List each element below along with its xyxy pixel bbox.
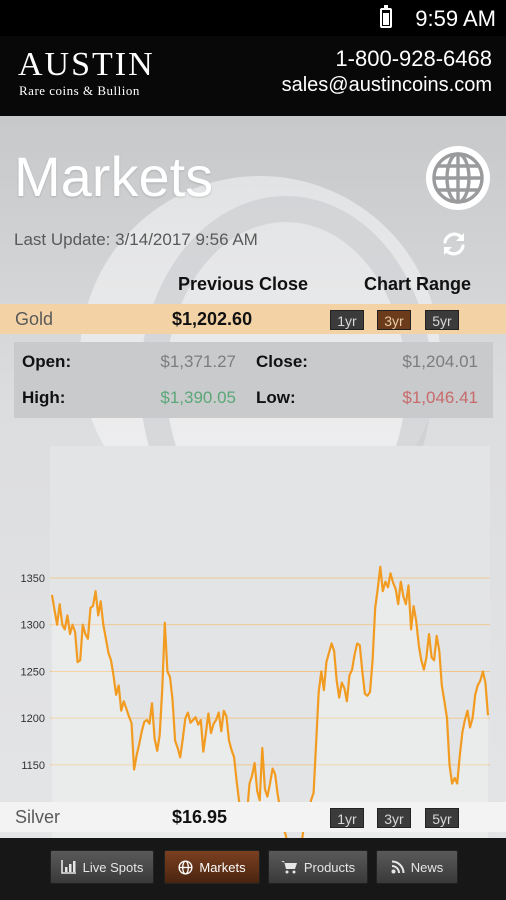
open-label: Open: bbox=[22, 352, 72, 371]
logo-subtitle: Rare coins & Bullion bbox=[19, 83, 140, 98]
tab-live-spots[interactable]: Live Spots bbox=[50, 850, 154, 884]
open-value: $1,371.27 bbox=[160, 352, 236, 371]
gold-stats: Open: $1,371.27 Close: $1,204.01 High: $… bbox=[14, 342, 493, 418]
chart-y-tick-label: 1350 bbox=[21, 573, 45, 585]
low-label: Low: bbox=[256, 388, 296, 407]
silver-name: Silver bbox=[15, 807, 61, 827]
chart-range-header: Chart Range bbox=[364, 274, 472, 294]
gold-name: Gold bbox=[15, 309, 54, 329]
chart-y-tick-label: 1300 bbox=[21, 620, 45, 632]
silver-price: $16.95 bbox=[172, 807, 228, 827]
globe-icon[interactable] bbox=[424, 144, 492, 212]
high-value: $1,390.05 bbox=[160, 388, 236, 407]
tab-news-label: News bbox=[410, 859, 444, 875]
chart-y-tick-label: 1150 bbox=[21, 760, 45, 772]
tab-live-spots-label: Live Spots bbox=[82, 859, 144, 875]
rss-icon bbox=[391, 860, 405, 874]
phone-link[interactable]: 1-800-928-6468 bbox=[335, 46, 492, 72]
silver-row[interactable]: Silver $16.95 1yr 3yr 5yr bbox=[0, 802, 506, 832]
logo-title: AUSTIN bbox=[18, 46, 155, 83]
page-title: Markets bbox=[14, 145, 214, 208]
gold-price: $1,202.60 bbox=[172, 309, 253, 329]
status-bar: 9:59 AM bbox=[0, 0, 506, 36]
silver-range-1yr-button[interactable]: 1yr bbox=[330, 808, 364, 828]
tab-products[interactable]: Products bbox=[268, 850, 368, 884]
bar-chart-icon bbox=[60, 860, 76, 874]
status-time: 9:59 AM bbox=[415, 6, 496, 31]
gold-row[interactable]: Gold $1,202.60 1yr 3yr 5yr bbox=[0, 304, 506, 334]
gold-range-3yr-button[interactable]: 3yr bbox=[377, 310, 411, 330]
high-label: High: bbox=[22, 388, 66, 407]
chart-y-tick-label: 1250 bbox=[21, 666, 45, 678]
gold-range-5yr-button[interactable]: 5yr bbox=[425, 310, 459, 330]
app-header: AUSTIN Rare coins & Bullion 1-800-928-64… bbox=[0, 36, 506, 116]
previous-close-header: Previous Close bbox=[178, 274, 309, 294]
markets-panel: Markets Last Update: 3/14/2017 9:56 AM P… bbox=[0, 116, 506, 838]
email-link[interactable]: sales@austincoins.com bbox=[282, 74, 492, 97]
chart-y-tick-label: 1200 bbox=[21, 713, 45, 725]
gold-price-chart[interactable]: 1050110011501200125013001350Dec '14Dec '… bbox=[0, 438, 506, 838]
silver-range-5yr-button[interactable]: 5yr bbox=[425, 808, 459, 828]
gold-range-1yr-button[interactable]: 1yr bbox=[330, 310, 364, 330]
cart-icon bbox=[280, 861, 297, 874]
low-value: $1,046.41 bbox=[402, 388, 478, 407]
refresh-icon[interactable] bbox=[440, 230, 468, 258]
last-update: Last Update: 3/14/2017 9:56 AM bbox=[14, 230, 258, 249]
tab-products-label: Products bbox=[303, 859, 356, 875]
tab-news[interactable]: News bbox=[376, 850, 458, 884]
close-value: $1,204.01 bbox=[402, 352, 478, 371]
tab-markets[interactable]: Markets bbox=[164, 850, 260, 884]
close-label: Close: bbox=[256, 352, 308, 371]
tab-markets-label: Markets bbox=[199, 859, 246, 875]
globe-icon bbox=[178, 859, 193, 875]
battery-icon bbox=[380, 5, 392, 28]
bottom-tab-bar: Live Spots Markets Products News bbox=[0, 838, 506, 900]
silver-range-3yr-button[interactable]: 3yr bbox=[377, 808, 411, 828]
